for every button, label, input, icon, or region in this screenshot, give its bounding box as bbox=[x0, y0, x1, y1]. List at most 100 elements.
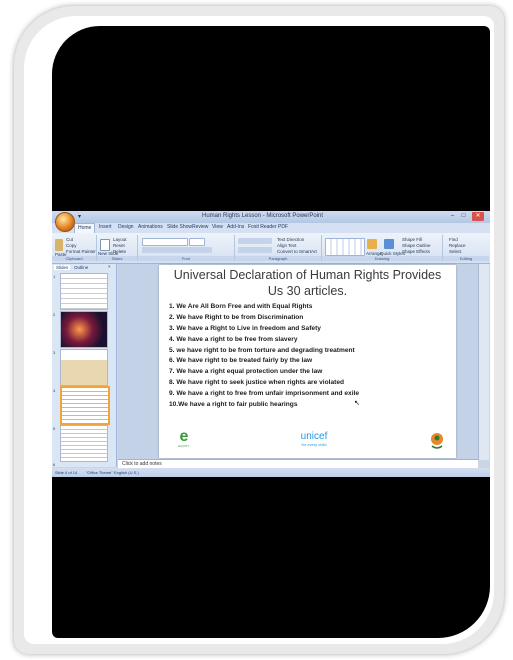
equity-logo-mark: e bbox=[179, 428, 189, 445]
align-text-button[interactable]: Align Text bbox=[277, 243, 296, 248]
text-direction-button[interactable]: Text Direction bbox=[277, 237, 304, 242]
shape-effects-button[interactable]: Shape Effects bbox=[402, 249, 430, 254]
slides-group: New Slide Layout Reset Delete Slides bbox=[97, 235, 138, 261]
delete-button[interactable]: Delete bbox=[113, 249, 126, 254]
slides-label: Slides bbox=[97, 256, 137, 261]
list-item: 8. We have right to seek justice when ri… bbox=[169, 379, 345, 387]
clipboard-group: Paste Cut Copy Format Painter Clipboard bbox=[52, 235, 97, 261]
editing-label: Editing bbox=[443, 256, 489, 261]
copy-button[interactable]: Copy bbox=[66, 243, 77, 248]
convert-smartart-button[interactable]: Convert to SmartArt bbox=[277, 249, 317, 254]
tab-slide-show[interactable]: Slide Show bbox=[167, 224, 192, 230]
slide-number: 4 bbox=[53, 388, 56, 393]
tab-design[interactable]: Design bbox=[118, 224, 134, 230]
alignment-buttons[interactable] bbox=[238, 247, 272, 253]
paste-icon[interactable] bbox=[55, 239, 63, 251]
paragraph-label: Paragraph bbox=[235, 256, 321, 261]
quick-styles-icon[interactable] bbox=[384, 239, 394, 249]
layout-button[interactable]: Layout bbox=[113, 237, 127, 242]
shapes-gallery[interactable] bbox=[325, 238, 365, 256]
minimize-button[interactable]: – bbox=[448, 212, 457, 221]
find-button[interactable]: Find bbox=[449, 237, 458, 242]
paragraph-group: Text Direction Align Text Convert to Sma… bbox=[235, 235, 322, 261]
cut-button[interactable]: Cut bbox=[66, 237, 73, 242]
tab-animations[interactable]: Animations bbox=[138, 224, 163, 230]
list-item: 9. We have a right to free from unfair i… bbox=[169, 390, 360, 398]
list-buttons[interactable] bbox=[238, 238, 272, 244]
notes-placeholder: Click to add notes bbox=[122, 461, 162, 467]
current-slide[interactable]: Universal Declaration of Human Rights Pr… bbox=[159, 265, 456, 458]
list-item: 6. We have right to be treated fairly by… bbox=[169, 357, 313, 365]
list-item: 3. We have a Right to Live in freedom an… bbox=[169, 324, 321, 332]
slide-number: 3 bbox=[53, 350, 56, 355]
font-label: Font bbox=[138, 256, 234, 261]
slide-thumbnail-5[interactable] bbox=[60, 425, 108, 462]
close-button[interactable]: ✕ bbox=[472, 212, 484, 221]
equity-logo: e EQUITY bbox=[171, 428, 197, 449]
tab-slides[interactable]: Slides bbox=[54, 265, 71, 270]
status-bar: Slide 4 of 14 "Office Theme" English (U.… bbox=[52, 468, 490, 477]
slide-thumbnail-2[interactable] bbox=[60, 311, 108, 348]
slide-number: 6 bbox=[53, 462, 56, 467]
ribbon-tabs: Home Insert Design Animations Slide Show… bbox=[52, 223, 490, 233]
shape-outline-button[interactable]: Shape Outline bbox=[402, 243, 431, 248]
tab-review[interactable]: Review bbox=[192, 224, 208, 230]
slide-thumbnail-3[interactable] bbox=[60, 349, 108, 386]
slide-number: 5 bbox=[53, 426, 56, 431]
vertical-scrollbar[interactable] bbox=[478, 264, 489, 460]
slide-thumbnail-4[interactable] bbox=[60, 386, 110, 425]
list-item: 2. We have Right to be from Discriminati… bbox=[169, 313, 304, 321]
unicef-logo-name: unicef bbox=[300, 431, 328, 442]
select-button[interactable]: Select bbox=[449, 249, 462, 254]
child-logo-icon bbox=[431, 433, 443, 449]
tab-foxit-reader-pdf[interactable]: Foxit Reader PDF bbox=[248, 224, 288, 230]
mouse-cursor-icon: ↖ bbox=[354, 400, 360, 407]
drawing-group: Arrange Quick Styles Shape Fill Shape Ou… bbox=[322, 235, 443, 261]
editing-group: Find Replace Select Editing bbox=[443, 235, 489, 261]
slide-title[interactable]: Universal Declaration of Human Rights Pr… bbox=[165, 267, 450, 299]
slide-number: 1 bbox=[53, 274, 56, 279]
video-frame: ▾ Human Rights Lesson - Microsoft PowerP… bbox=[52, 26, 490, 638]
tab-view[interactable]: View bbox=[212, 224, 223, 230]
new-slide-icon[interactable] bbox=[100, 239, 110, 251]
office-button[interactable] bbox=[55, 212, 75, 232]
font-format-buttons[interactable] bbox=[142, 247, 212, 253]
tab-home[interactable]: Home bbox=[74, 223, 96, 233]
replace-button[interactable]: Replace bbox=[449, 243, 466, 248]
shape-fill-button[interactable]: Shape Fill bbox=[402, 237, 422, 242]
theme-name: "Office Theme" bbox=[86, 470, 113, 475]
font-size-field[interactable] bbox=[189, 238, 205, 246]
list-item: 7. We have a right equal protection unde… bbox=[169, 368, 323, 376]
slide-number: 2 bbox=[53, 312, 56, 317]
clipboard-label: Clipboard bbox=[52, 256, 96, 261]
unicef-logo-tagline: for every child bbox=[301, 442, 327, 447]
ribbon: Paste Cut Copy Format Painter Clipboard … bbox=[52, 233, 490, 264]
slide-indicator: Slide 4 of 14 bbox=[55, 470, 78, 475]
reset-button[interactable]: Reset bbox=[113, 243, 125, 248]
slide-thumbnail-1[interactable] bbox=[60, 273, 108, 310]
quick-access-toolbar[interactable]: ▾ bbox=[78, 213, 81, 220]
tab-outline[interactable]: Outline bbox=[74, 265, 88, 270]
language-indicator[interactable]: English (U.S.) bbox=[114, 470, 139, 475]
arrange-icon[interactable] bbox=[367, 239, 377, 249]
pane-tabs: Slides Outline × bbox=[52, 264, 116, 271]
articles-list[interactable]: 1. We Are All Born Free and with Equal R… bbox=[169, 302, 359, 411]
tab-add-ins[interactable]: Add-Ins bbox=[227, 224, 244, 230]
window-title: Human Rights Lesson - Microsoft PowerPoi… bbox=[202, 213, 324, 219]
maximize-button[interactable]: □ bbox=[459, 212, 468, 221]
list-item: 10.We have a right to fair public hearin… bbox=[169, 401, 298, 409]
unicef-logo: unicef for every child bbox=[289, 431, 339, 447]
drawing-label: Drawing bbox=[322, 256, 442, 261]
font-group: Font bbox=[138, 235, 235, 261]
close-pane-icon[interactable]: × bbox=[108, 264, 111, 269]
format-painter-button[interactable]: Format Painter bbox=[66, 249, 96, 254]
title-bar: ▾ Human Rights Lesson - Microsoft PowerP… bbox=[52, 211, 490, 223]
slide-editing-area: Universal Declaration of Human Rights Pr… bbox=[118, 264, 478, 460]
tab-insert[interactable]: Insert bbox=[99, 224, 112, 230]
slide-thumbnails-pane: Slides Outline × 1 2 3 4 5 6 bbox=[52, 264, 117, 467]
list-item: 1. We Are All Born Free and with Equal R… bbox=[169, 303, 313, 310]
list-item: 4. We have a right to be free from slave… bbox=[169, 335, 298, 343]
font-name-field[interactable] bbox=[142, 238, 188, 246]
equity-logo-caption: EQUITY bbox=[178, 444, 190, 448]
powerpoint-window: ▾ Human Rights Lesson - Microsoft PowerP… bbox=[52, 211, 490, 477]
